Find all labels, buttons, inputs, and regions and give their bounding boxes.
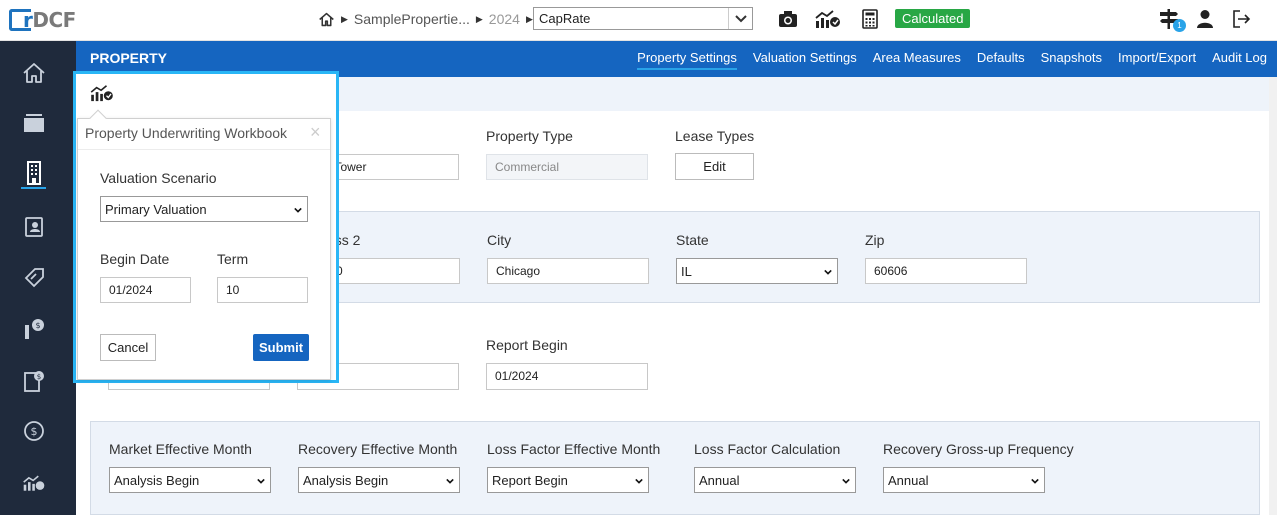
grossup-frequency-label: Recovery Gross-up Frequency <box>883 441 1074 457</box>
loss-factor-calc-value: Annual <box>699 473 740 488</box>
chevron-down-icon <box>257 478 265 484</box>
page-title: PROPERTY <box>90 50 168 66</box>
chevron-down-icon <box>824 269 832 275</box>
loss-factor-calc-label: Loss Factor Calculation <box>694 441 841 457</box>
loss-factor-month-label: Loss Factor Effective Month <box>487 441 661 457</box>
zip-label: Zip <box>865 232 885 248</box>
recovery-effective-select[interactable]: Analysis Begin <box>298 467 460 493</box>
home-icon[interactable] <box>318 11 335 28</box>
loss-factor-calc-select[interactable]: Annual <box>694 467 856 493</box>
state-select-value: IL <box>681 264 692 279</box>
breadcrumb-item-property[interactable]: SamplePropertie... <box>354 11 470 27</box>
property-type-input: Commercial <box>486 154 648 180</box>
market-effective-value: Analysis Begin <box>114 473 200 488</box>
sidebar-expense-icon[interactable]: $ <box>20 315 48 343</box>
begin-date-label: Begin Date <box>100 251 170 267</box>
logout-icon[interactable] <box>1230 8 1252 30</box>
tab-snapshots[interactable]: Snapshots <box>1041 50 1102 70</box>
cancel-button[interactable]: Cancel <box>100 334 156 361</box>
sidebar-tag-icon[interactable] <box>20 263 48 291</box>
user-icon[interactable] <box>1194 8 1216 30</box>
property-type-label: Property Type <box>486 128 573 144</box>
tab-valuation-settings[interactable]: Valuation Settings <box>753 50 857 70</box>
popover-divider <box>78 149 330 150</box>
report-begin-input[interactable]: 01/2024 <box>486 363 648 390</box>
begin-date-input[interactable]: 01/2024 <box>100 277 191 303</box>
chevron-down-icon <box>446 478 454 484</box>
tab-import-export[interactable]: Import/Export <box>1118 50 1196 70</box>
recovery-effective-value: Analysis Begin <box>303 473 389 488</box>
sidebar-active-indicator <box>21 187 46 189</box>
tab-bar: Property Settings Valuation Settings Are… <box>621 50 1267 70</box>
term-label: Term <box>217 251 249 267</box>
chevron-down-icon <box>635 478 643 484</box>
sidebar-invoice-icon[interactable]: $ <box>20 367 48 395</box>
calculated-status-badge: Calculated <box>895 9 971 28</box>
svg-text:$: $ <box>37 373 41 381</box>
lease-types-edit-button[interactable]: Edit <box>675 153 754 180</box>
popover-title: Property Underwriting Workbook <box>85 125 288 141</box>
valuation-scenario-value: Primary Valuation <box>105 202 207 217</box>
chevron-down-icon <box>842 478 850 484</box>
chevron-down-icon <box>728 8 752 29</box>
top-bar: rDCF ▶ SamplePropertie... ▶ 2024 ▶ CapRa… <box>0 0 1277 41</box>
loss-factor-month-value: Report Begin <box>492 473 568 488</box>
breadcrumb-arrow-icon: ▶ <box>525 13 533 24</box>
underwriting-workbook-icon[interactable] <box>88 84 116 102</box>
logo-mark <box>9 9 31 31</box>
term-input[interactable]: 10 <box>217 277 308 303</box>
city-input[interactable]: Chicago <box>487 258 649 284</box>
camera-icon[interactable] <box>777 8 799 30</box>
breadcrumb-item-year[interactable]: 2024 <box>489 11 520 27</box>
vertical-scrollbar[interactable] <box>1269 77 1277 515</box>
lease-types-label: Lease Types <box>675 128 755 144</box>
logo-text: DCF <box>32 8 76 32</box>
valuation-scenario-select[interactable]: Primary Valuation <box>100 196 308 222</box>
state-label: State <box>676 232 709 248</box>
loss-factor-month-select[interactable]: Report Begin <box>487 467 649 493</box>
valuation-scenario-label: Valuation Scenario <box>100 170 217 186</box>
svg-text:$: $ <box>35 321 40 330</box>
sidebar-home-icon[interactable] <box>20 59 48 87</box>
sidebar-chart-icon[interactable] <box>20 469 48 497</box>
underwriting-workbook-popover: Property Underwriting Workbook × Valuati… <box>77 118 331 380</box>
breadcrumb: ▶ SamplePropertie... ▶ 2024 ▶ <box>318 10 539 28</box>
chart-icon[interactable] <box>814 8 842 30</box>
tab-property-settings[interactable]: Property Settings <box>637 50 737 70</box>
sidebar-tenant-icon[interactable] <box>20 213 48 241</box>
recovery-effective-label: Recovery Effective Month <box>298 441 458 457</box>
state-select[interactable]: IL <box>676 258 838 284</box>
chevron-down-icon <box>1031 478 1039 484</box>
app-logo[interactable]: rDCF <box>9 8 76 32</box>
chevron-down-icon <box>294 207 302 213</box>
close-icon[interactable]: × <box>310 122 321 143</box>
scenario-select[interactable]: CapRate <box>533 7 753 30</box>
tab-area-measures[interactable]: Area Measures <box>873 50 961 70</box>
calculator-icon[interactable] <box>859 8 881 30</box>
grossup-frequency-value: Annual <box>888 473 929 488</box>
grossup-frequency-select[interactable]: Annual <box>883 467 1045 493</box>
notification-count-badge: 1 <box>1173 19 1186 32</box>
sidebar-folder-icon[interactable] <box>20 109 48 137</box>
submit-button[interactable]: Submit <box>253 334 309 361</box>
scenario-select-value: CapRate <box>539 11 591 26</box>
breadcrumb-arrow-icon: ▶ <box>341 13 348 24</box>
report-begin-label: Report Begin <box>486 337 568 353</box>
sidebar-cycle-dollar-icon[interactable]: $ <box>20 417 48 445</box>
tab-audit-log[interactable]: Audit Log <box>1212 50 1267 70</box>
market-effective-select[interactable]: Analysis Begin <box>109 467 271 493</box>
city-label: City <box>487 232 512 248</box>
sidebar-building-icon[interactable] <box>20 159 48 187</box>
left-sidebar: $ $ $ <box>0 41 76 515</box>
breadcrumb-arrow-icon: ▶ <box>475 13 483 24</box>
zip-input[interactable]: 60606 <box>865 258 1027 284</box>
tab-defaults[interactable]: Defaults <box>977 50 1025 70</box>
market-effective-label: Market Effective Month <box>109 441 252 457</box>
svg-text:$: $ <box>31 425 38 438</box>
